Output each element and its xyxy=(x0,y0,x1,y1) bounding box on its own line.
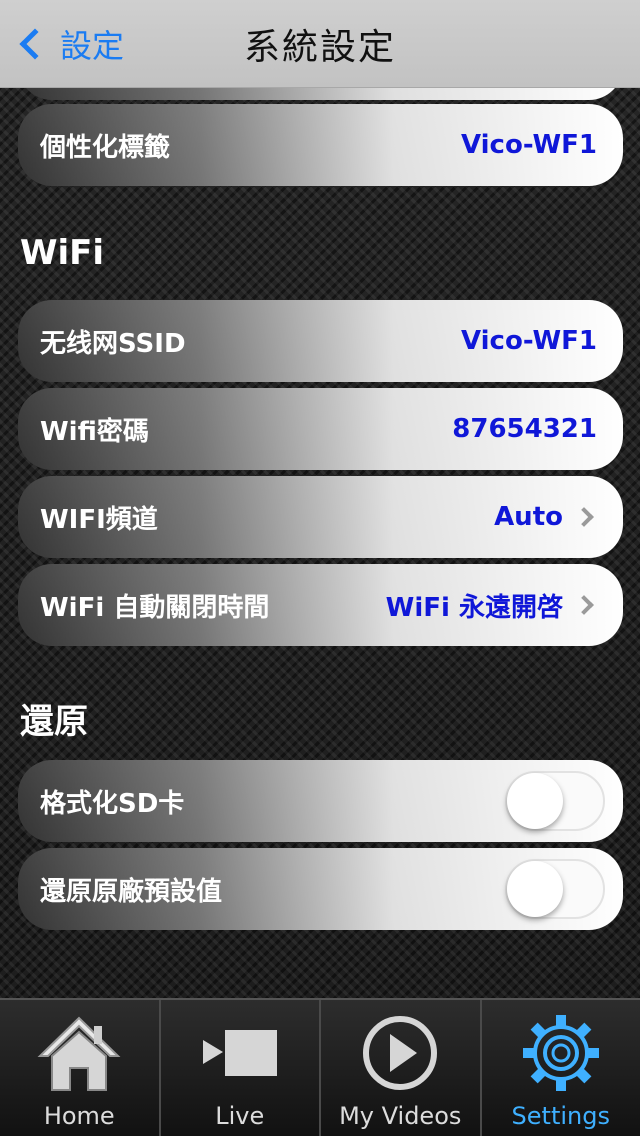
list-item-value: Vico-WF1 xyxy=(460,326,597,356)
navigation-bar: 設定 系統設定 xyxy=(0,0,640,88)
tab-label: Settings xyxy=(511,1102,610,1130)
list-item-label: Wifi密碼 xyxy=(40,416,149,447)
chevron-right-icon xyxy=(574,507,594,527)
tab-bar: Home Live My Videos Settings xyxy=(0,998,640,1136)
list-item-wifi-ssid[interactable]: 无线网SSID Vico-WF1 xyxy=(18,300,623,382)
list-item-partial xyxy=(18,88,623,100)
list-item-wifi-channel[interactable]: WIFI頻道 Auto xyxy=(18,476,623,558)
tab-settings[interactable]: Settings xyxy=(482,1000,640,1136)
gear-icon xyxy=(522,1015,599,1091)
list-item-factory-reset: 還原原廠預設值 xyxy=(18,848,623,930)
list-item-value: Auto xyxy=(494,502,563,532)
tab-label: Home xyxy=(43,1102,115,1130)
home-icon xyxy=(37,1016,121,1091)
video-camera-icon xyxy=(202,1030,277,1076)
format-sd-toggle[interactable] xyxy=(505,771,605,831)
list-item-custom-label[interactable]: 個性化標籤 Vico-WF1 xyxy=(18,104,623,186)
section-header-restore: 還原 xyxy=(20,702,88,742)
list-item-wifi-password[interactable]: Wifi密碼 87654321 xyxy=(18,388,623,470)
list-item-label: 還原原廠預設值 xyxy=(40,876,223,907)
toggle-knob xyxy=(507,773,563,829)
tab-home[interactable]: Home xyxy=(0,1000,161,1136)
list-item-value: 87654321 xyxy=(452,414,597,444)
tab-label: Live xyxy=(215,1102,265,1130)
list-item-label: 個性化標籤 xyxy=(40,132,171,163)
list-item-value: WiFi 永遠開啓 xyxy=(385,592,563,623)
section-header-wifi: WiFi xyxy=(20,233,105,273)
list-item-wifi-auto-off[interactable]: WiFi 自動關閉時間 WiFi 永遠開啓 xyxy=(18,564,623,646)
list-item-label: WiFi 自動關閉時間 xyxy=(40,592,270,623)
play-icon xyxy=(363,1016,438,1090)
list-item-label: WIFI頻道 xyxy=(40,504,158,535)
list-item-value: Vico-WF1 xyxy=(460,130,597,160)
toggle-knob xyxy=(507,861,563,917)
tab-label: My Videos xyxy=(339,1102,462,1130)
settings-list[interactable]: 個性化標籤 Vico-WF1 WiFi 无线网SSID Vico-WF1 Wif… xyxy=(0,88,640,998)
tab-live[interactable]: Live xyxy=(161,1000,321,1136)
chevron-right-icon xyxy=(574,595,594,615)
page-title: 系統設定 xyxy=(243,27,396,68)
list-item-label: 格式化SD卡 xyxy=(40,788,185,819)
factory-reset-toggle[interactable] xyxy=(505,859,605,919)
list-item-format-sd: 格式化SD卡 xyxy=(18,760,623,842)
list-item-label: 无线网SSID xyxy=(40,328,186,359)
tab-my-videos[interactable]: My Videos xyxy=(321,1000,482,1136)
